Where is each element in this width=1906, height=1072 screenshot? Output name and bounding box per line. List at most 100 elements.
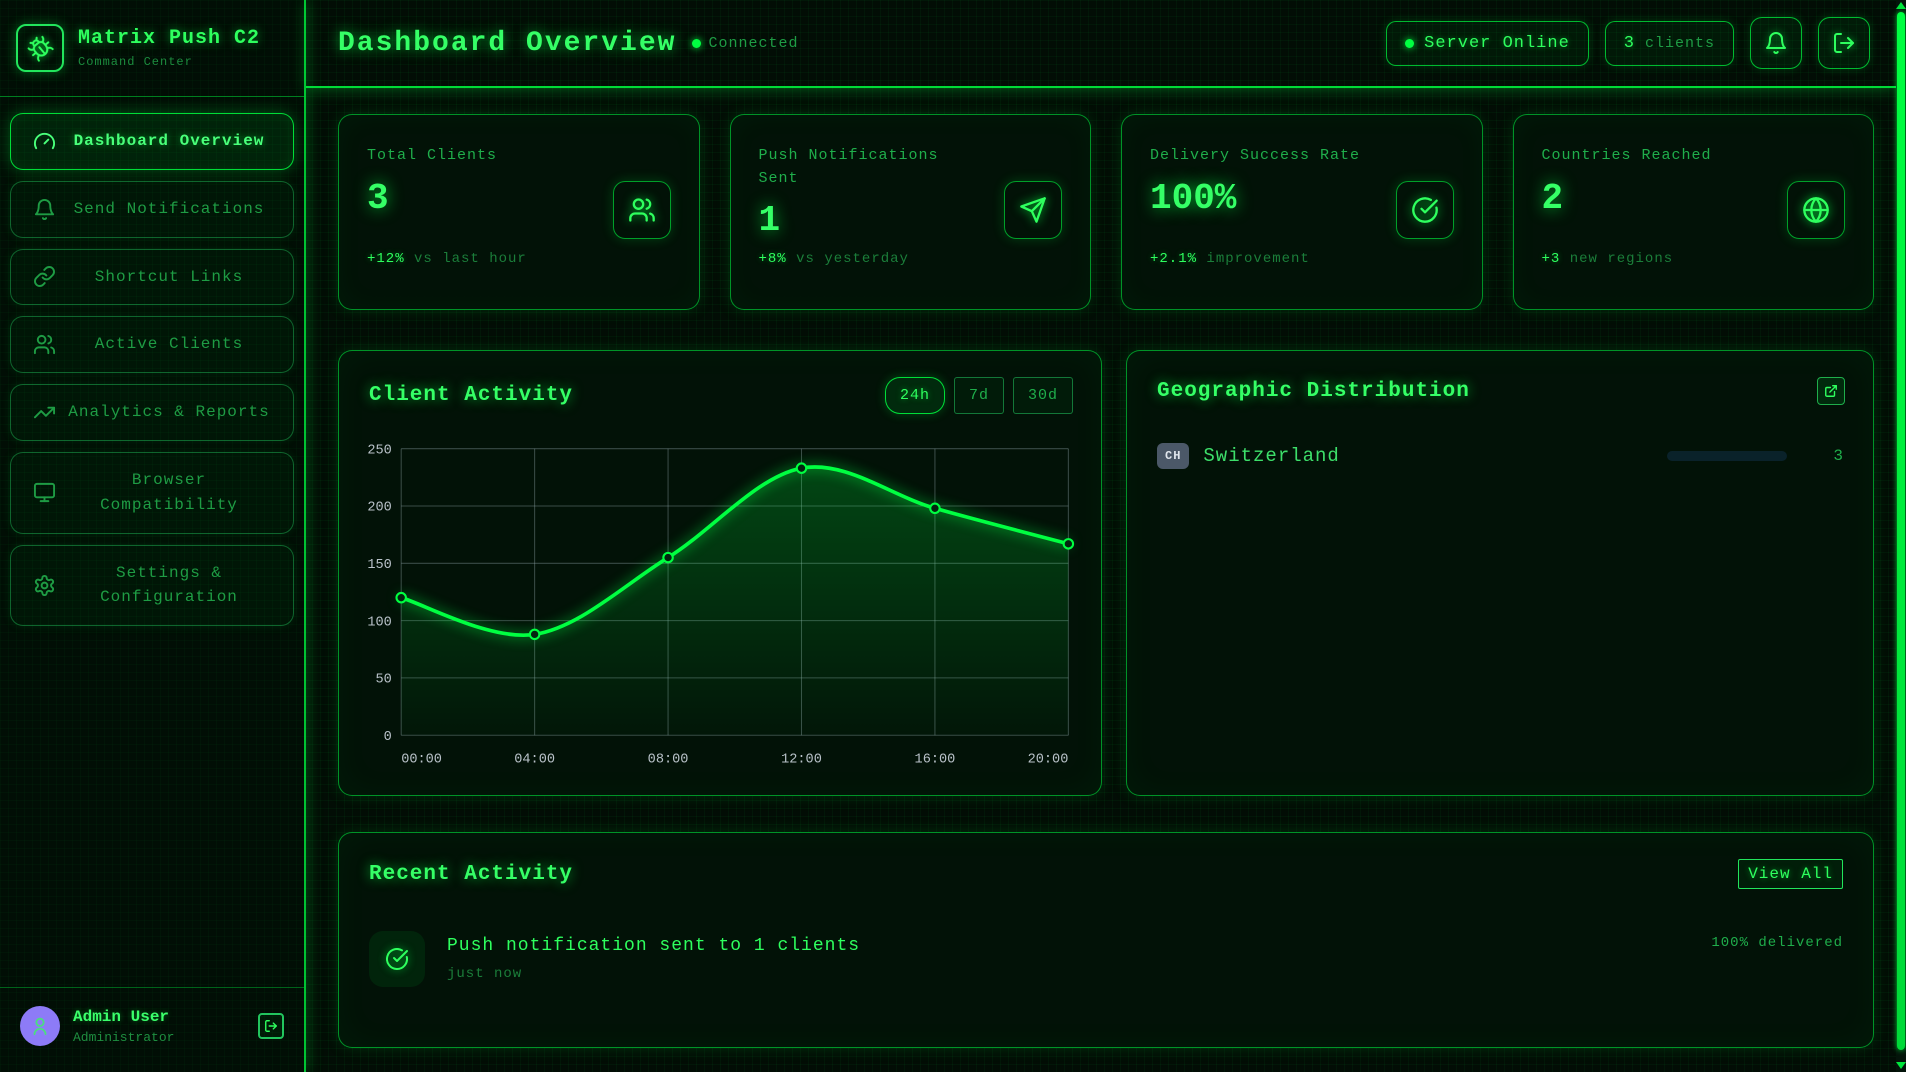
scrollbar-up-arrow-icon[interactable] bbox=[1896, 2, 1906, 9]
logo-section: Matrix Push C2 Command Center bbox=[0, 0, 304, 97]
stat-card-push-notifications: Push Notifications Sent 1 +8% vs yesterd… bbox=[730, 114, 1092, 310]
stat-cards: Total Clients 3 +12% vs last hour Push N… bbox=[338, 114, 1874, 310]
activity-texts: Push notification sent to 1 clients just… bbox=[447, 936, 860, 982]
user-name: Admin User bbox=[73, 1008, 245, 1026]
client-activity-title: Client Activity bbox=[369, 384, 573, 407]
scrollbar-thumb[interactable] bbox=[1897, 12, 1905, 1050]
check-circle-icon bbox=[369, 931, 425, 987]
range-button-24h[interactable]: 24h bbox=[885, 377, 945, 414]
connection-status: Connected bbox=[692, 35, 798, 52]
sidebar-item-label: Send Notifications bbox=[57, 197, 281, 222]
svg-text:04:00: 04:00 bbox=[514, 752, 555, 767]
external-link-button[interactable] bbox=[1817, 377, 1845, 405]
sidebar-item-label: Shortcut Links bbox=[57, 265, 281, 290]
stat-label: Total Clients bbox=[367, 145, 582, 168]
charts-row: Client Activity 24h 7d 30d 0 50 100 150 200 2… bbox=[338, 350, 1874, 796]
scrollbar-down-arrow-icon[interactable] bbox=[1896, 1062, 1906, 1069]
bell-icon bbox=[1764, 31, 1788, 55]
bell-icon bbox=[31, 198, 57, 221]
activity-delivery-status: 100% delivered bbox=[1711, 935, 1843, 951]
stat-delta: +8% vs yesterday bbox=[759, 251, 909, 267]
svg-text:50: 50 bbox=[375, 673, 391, 688]
clients-count: 3 bbox=[1624, 34, 1635, 53]
gear-icon bbox=[31, 574, 57, 597]
stat-delta-caption: vs yesterday bbox=[796, 251, 909, 267]
user-icon bbox=[29, 1015, 51, 1037]
view-all-button[interactable]: View All bbox=[1738, 859, 1843, 889]
stat-card-countries-reached: Countries Reached 2 +3 new regions bbox=[1513, 114, 1875, 310]
logout-icon-button[interactable] bbox=[258, 1013, 284, 1039]
stat-card-delivery-success: Delivery Success Rate 100% +2.1% improve… bbox=[1121, 114, 1483, 310]
sidebar-item-dashboard-overview[interactable]: Dashboard Overview bbox=[10, 113, 294, 170]
country-name: Switzerland bbox=[1203, 445, 1653, 467]
range-button-30d[interactable]: 30d bbox=[1013, 377, 1073, 414]
server-status-badge: Server Online bbox=[1386, 21, 1589, 66]
sidebar-item-active-clients[interactable]: Active Clients bbox=[10, 316, 294, 373]
sidebar-item-label: Browser Compatibility bbox=[57, 468, 281, 518]
range-button-7d[interactable]: 7d bbox=[954, 377, 1004, 414]
logout-icon bbox=[1832, 31, 1856, 55]
users-icon bbox=[613, 181, 671, 239]
activity-text: Push notification sent to 1 clients bbox=[447, 936, 860, 956]
external-link-icon bbox=[1824, 384, 1838, 398]
svg-text:00:00: 00:00 bbox=[401, 752, 442, 767]
stat-delta-caption: improvement bbox=[1206, 251, 1309, 267]
app-root: Matrix Push C2 Command Center Dashboard … bbox=[0, 0, 1896, 1072]
clients-count-label: clients bbox=[1645, 35, 1715, 52]
sidebar: Matrix Push C2 Command Center Dashboard … bbox=[0, 0, 306, 1072]
country-count: 3 bbox=[1801, 447, 1843, 465]
svg-text:20:00: 20:00 bbox=[1028, 752, 1069, 767]
activity-item: Push notification sent to 1 clients just… bbox=[369, 931, 1843, 987]
geographic-distribution-panel: Geographic Distribution CH Switzerland 3 bbox=[1126, 350, 1874, 796]
svg-text:0: 0 bbox=[384, 730, 392, 745]
header-actions: Server Online 3 clients bbox=[1386, 17, 1870, 69]
avatar bbox=[20, 1006, 60, 1046]
check-circle-icon bbox=[1396, 181, 1454, 239]
connection-label: Connected bbox=[708, 35, 798, 52]
client-activity-panel: Client Activity 24h 7d 30d 0 50 100 150 200 2… bbox=[338, 350, 1102, 796]
sidebar-item-settings-configuration[interactable]: Settings & Configuration bbox=[10, 545, 294, 627]
stat-delta: +12% vs last hour bbox=[367, 251, 527, 267]
geo-header: Geographic Distribution bbox=[1127, 351, 1873, 415]
stat-delta-caption: new regions bbox=[1570, 251, 1673, 267]
content: Total Clients 3 +12% vs last hour Push N… bbox=[306, 88, 1896, 1072]
sidebar-item-send-notifications[interactable]: Send Notifications bbox=[10, 181, 294, 238]
svg-text:250: 250 bbox=[367, 443, 391, 458]
stat-delta: +2.1% improvement bbox=[1150, 251, 1310, 267]
recent-activity-header: Recent Activity View All bbox=[369, 859, 1843, 889]
stat-delta-value: +12% bbox=[367, 251, 405, 267]
monitor-icon bbox=[31, 481, 57, 504]
logo-bug-icon bbox=[16, 24, 64, 72]
stat-card-total-clients: Total Clients 3 +12% vs last hour bbox=[338, 114, 700, 310]
logout-button[interactable] bbox=[1818, 17, 1870, 69]
clients-count-badge: 3 clients bbox=[1605, 21, 1734, 66]
svg-text:100: 100 bbox=[367, 615, 391, 630]
svg-text:08:00: 08:00 bbox=[648, 752, 689, 767]
notifications-button[interactable] bbox=[1750, 17, 1802, 69]
send-icon bbox=[1004, 181, 1062, 239]
stat-label: Delivery Success Rate bbox=[1150, 145, 1365, 168]
connected-dot-icon bbox=[692, 39, 701, 48]
link-icon bbox=[31, 265, 57, 288]
users-icon bbox=[31, 333, 57, 356]
stat-label: Push Notifications Sent bbox=[759, 145, 974, 190]
sidebar-item-analytics-reports[interactable]: Analytics & Reports bbox=[10, 384, 294, 441]
stat-delta-value: +3 bbox=[1542, 251, 1561, 267]
recent-activity-panel: Recent Activity View All Push notificati… bbox=[338, 832, 1874, 1048]
svg-text:150: 150 bbox=[367, 558, 391, 573]
country-code-badge: CH bbox=[1157, 443, 1189, 469]
client-activity-chart: 05010015020025000:0004:0008:0012:0016:00… bbox=[339, 424, 1101, 795]
stat-delta-value: +8% bbox=[759, 251, 787, 267]
svg-text:16:00: 16:00 bbox=[915, 752, 956, 767]
server-status-label: Server Online bbox=[1424, 34, 1570, 53]
time-range-buttons: 24h 7d 30d bbox=[885, 377, 1073, 414]
logo-text: Matrix Push C2 Command Center bbox=[78, 27, 260, 69]
sidebar-item-label: Active Clients bbox=[57, 332, 281, 357]
sidebar-item-shortcut-links[interactable]: Shortcut Links bbox=[10, 249, 294, 306]
header: Dashboard Overview Connected Server Onli… bbox=[306, 0, 1896, 88]
svg-text:200: 200 bbox=[367, 501, 391, 516]
sidebar-item-browser-compatibility[interactable]: Browser Compatibility bbox=[10, 452, 294, 534]
activity-time: just now bbox=[447, 966, 860, 982]
client-activity-header: Client Activity 24h 7d 30d bbox=[339, 351, 1101, 424]
geo-title: Geographic Distribution bbox=[1157, 380, 1470, 403]
